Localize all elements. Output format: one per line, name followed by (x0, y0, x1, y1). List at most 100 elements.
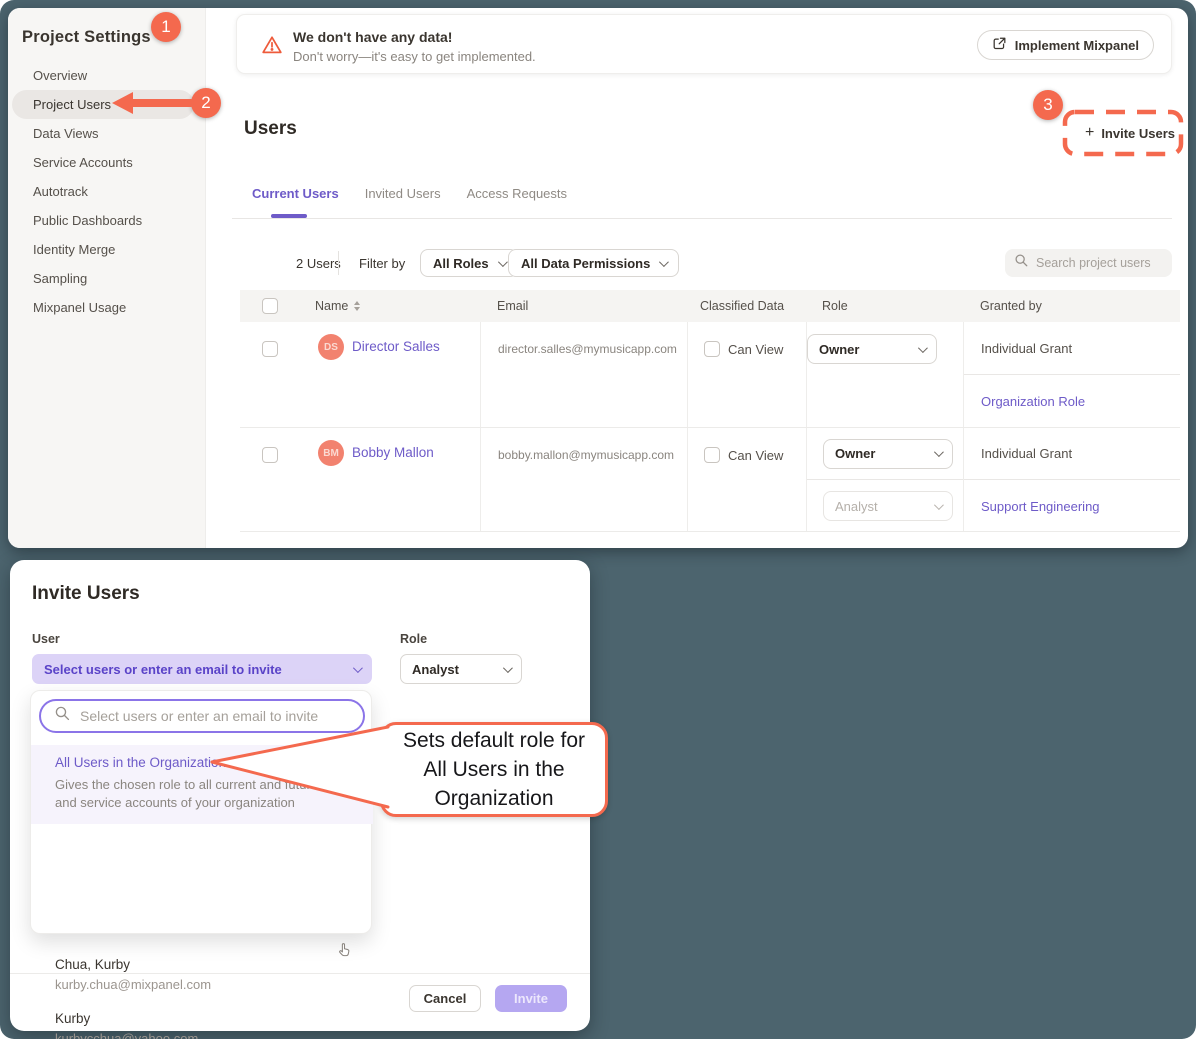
step-badge-1: 1 (151, 12, 181, 42)
users-table: Name Email Classified Data Role Granted … (240, 290, 1180, 532)
role-value: Owner (835, 446, 875, 461)
implement-mixpanel-label: Implement Mixpanel (1015, 38, 1139, 53)
role-select[interactable]: Owner (823, 439, 953, 469)
role-select[interactable]: Owner (807, 334, 937, 364)
chevron-down-icon (918, 343, 928, 353)
role-value: Owner (819, 342, 859, 357)
option-kurby[interactable]: Kurby kurbycchua@yahoo.com (31, 1011, 373, 1039)
implement-mixpanel-button[interactable]: Implement Mixpanel (977, 30, 1154, 60)
search-project-users-input[interactable] (1036, 256, 1161, 270)
invite-button[interactable]: Invite (495, 985, 567, 1012)
support-engineering-link[interactable]: Support Engineering (964, 480, 1180, 532)
chevron-down-icon (498, 257, 508, 267)
chevron-down-icon (934, 500, 944, 510)
organization-role-link[interactable]: Organization Role (964, 375, 1180, 428)
all-roles-dropdown[interactable]: All Roles (420, 249, 518, 277)
role-select-disabled: Analyst (823, 491, 953, 521)
user-email: bobby.mallon@mymusicapp.com (480, 428, 687, 531)
tabs-divider (232, 218, 1172, 219)
sidebar-item-public-dashboards[interactable]: Public Dashboards (8, 206, 206, 235)
sidebar-item-sampling[interactable]: Sampling (8, 264, 206, 293)
can-view-checkbox[interactable] (704, 447, 720, 463)
hand-cursor-icon (336, 941, 353, 964)
user-select-dropdown[interactable]: Select users or enter an email to invite (32, 654, 372, 684)
warning-icon (261, 34, 283, 61)
chevron-down-icon (934, 447, 944, 457)
role-select-dropdown[interactable]: Analyst (400, 654, 522, 684)
banner-title: We don't have any data! (293, 29, 452, 45)
dropdown-search-input[interactable] (80, 708, 340, 724)
no-data-banner: We don't have any data! Don't worry—it's… (236, 14, 1172, 74)
callout-bubble: Sets default role for All Users in the O… (380, 722, 608, 817)
column-email: Email (480, 299, 687, 313)
invite-users-button[interactable]: + Invite Users (1072, 112, 1188, 154)
search-icon (1014, 253, 1029, 273)
column-role: Role (806, 299, 963, 313)
filter-separator (338, 251, 339, 275)
step-badge-3: 3 (1033, 90, 1063, 120)
sidebar-item-autotrack[interactable]: Autotrack (8, 177, 206, 206)
role-field-label: Role (400, 632, 427, 646)
sidebar-item-mixpanel-usage[interactable]: Mixpanel Usage (8, 293, 206, 322)
granted-by-value: Individual Grant (964, 428, 1180, 480)
search-project-users (1005, 249, 1172, 277)
all-data-permissions-dropdown[interactable]: All Data Permissions (508, 249, 679, 277)
option-email: kurby.chua@mixpanel.com (55, 977, 353, 992)
option-name: Chua, Kurby (55, 957, 353, 972)
row-checkbox[interactable] (262, 341, 278, 357)
chevron-down-icon (503, 663, 513, 673)
can-view-label: Can View (728, 342, 783, 357)
dropdown-search (39, 699, 365, 733)
table-header: Name Email Classified Data Role Granted … (240, 290, 1180, 322)
all-roles-label: All Roles (433, 256, 489, 271)
user-count: 2 Users (296, 256, 341, 271)
sidebar-item-identity-merge[interactable]: Identity Merge (8, 235, 206, 264)
option-chua-kurby[interactable]: Chua, Kurby kurby.chua@mixpanel.com (31, 957, 373, 992)
user-name-link[interactable]: Director Salles (352, 339, 440, 354)
sidebar-title: Project Settings (22, 28, 151, 47)
user-email: director.salles@mymusicapp.com (480, 322, 687, 427)
role-select-value: Analyst (412, 662, 459, 677)
sidebar: Project Settings Overview Project Users … (8, 8, 206, 548)
column-granted-by: Granted by (963, 299, 1180, 313)
granted-by-value: Individual Grant (964, 322, 1180, 375)
user-select-open-dropdown: All Users in the Organization Gives the … (30, 690, 372, 934)
option-email: kurbycchua@yahoo.com (55, 1031, 353, 1039)
search-icon (54, 705, 71, 727)
select-all-checkbox[interactable] (262, 298, 278, 314)
plus-icon: + (1085, 124, 1094, 142)
sort-icon[interactable] (354, 301, 360, 311)
sidebar-item-overview[interactable]: Overview (8, 61, 206, 90)
table-row: BM Bobby Mallon bobby.mallon@mymusicapp.… (240, 428, 1180, 532)
sidebar-item-service-accounts[interactable]: Service Accounts (8, 148, 206, 177)
invite-users-modal: Invite Users User Role Select users or e… (10, 560, 590, 1031)
sidebar-item-data-views[interactable]: Data Views (8, 119, 206, 148)
filter-by-label: Filter by (359, 256, 405, 271)
avatar: BM (318, 440, 344, 466)
column-classified-data: Classified Data (687, 299, 806, 313)
page-title: Users (244, 118, 297, 140)
can-view-label: Can View (728, 448, 783, 463)
column-name: Name (315, 299, 348, 313)
all-data-permissions-label: All Data Permissions (521, 256, 650, 271)
banner-subtitle: Don't worry—it's easy to get implemented… (293, 49, 536, 64)
external-link-icon (992, 36, 1007, 54)
option-all-users-organization[interactable]: All Users in the Organization Gives the … (31, 745, 373, 824)
user-field-label: User (32, 632, 60, 646)
row-checkbox[interactable] (262, 447, 278, 463)
option-name: Kurby (55, 1011, 353, 1026)
avatar: DS (318, 334, 344, 360)
modal-footer-divider (10, 973, 590, 974)
modal-title: Invite Users (32, 583, 140, 605)
tab-access-requests[interactable]: Access Requests (467, 186, 567, 201)
can-view-checkbox[interactable] (704, 341, 720, 357)
screenshot-canvas: Project Settings Overview Project Users … (0, 0, 1196, 1039)
tab-invited-users[interactable]: Invited Users (365, 186, 441, 201)
chevron-down-icon (353, 663, 363, 673)
cancel-button[interactable]: Cancel (409, 985, 481, 1012)
annotation-arrow (112, 92, 196, 114)
user-name-link[interactable]: Bobby Mallon (352, 445, 434, 460)
tab-current-users[interactable]: Current Users (252, 186, 339, 201)
chevron-down-icon (659, 257, 669, 267)
role-value: Analyst (835, 499, 878, 514)
